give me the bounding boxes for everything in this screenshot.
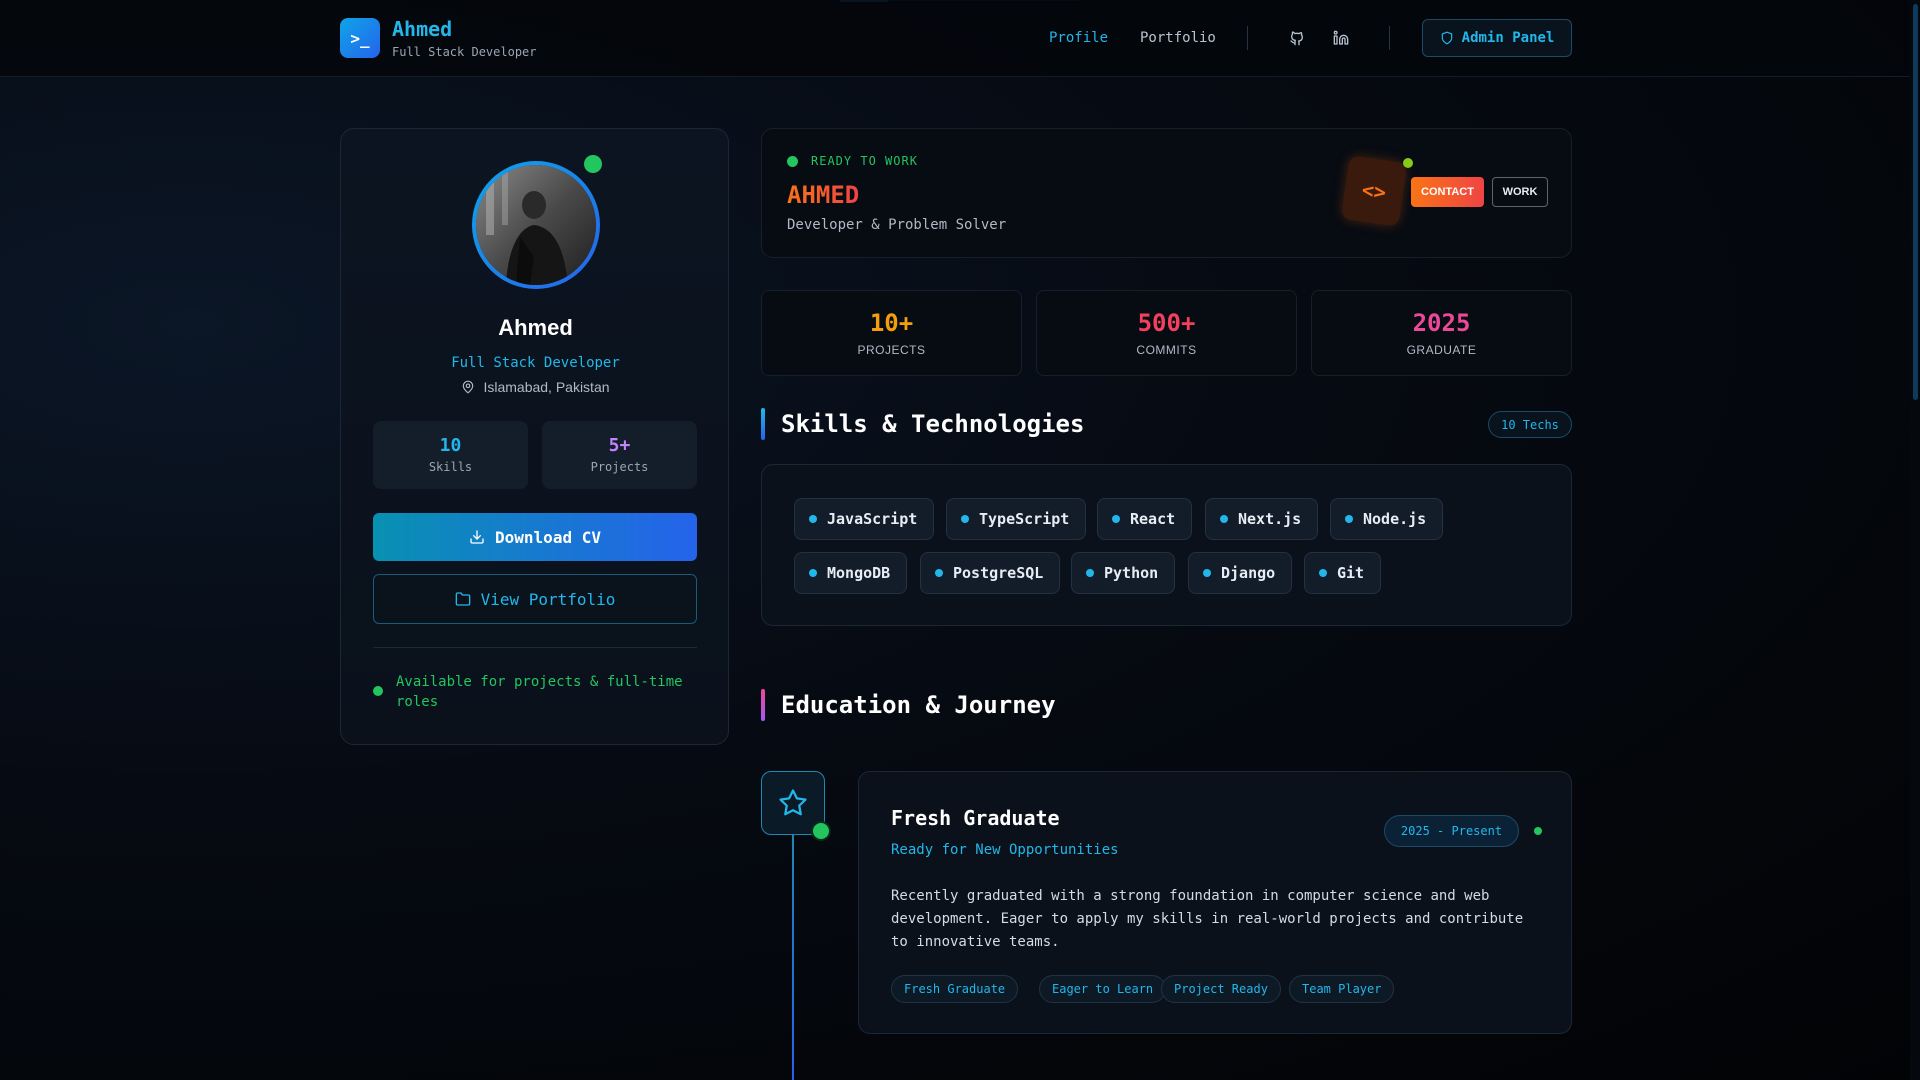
profile-name: Ahmed	[498, 315, 573, 340]
scrollbar-thumb[interactable]	[1913, 4, 1918, 400]
nav-portfolio[interactable]: Portfolio	[1140, 30, 1216, 46]
download-cv-button[interactable]: Download CV	[373, 513, 697, 561]
divider	[373, 647, 697, 648]
brand-name[interactable]: Ahmed	[392, 17, 452, 41]
ready-status-text: READY TO WORK	[811, 154, 918, 168]
github-icon[interactable]	[1287, 28, 1307, 48]
linkedin-icon[interactable]	[1331, 28, 1351, 48]
nav-divider	[1389, 26, 1390, 50]
tag: Team Player	[1289, 975, 1395, 1003]
status-dot	[1534, 827, 1542, 835]
skills-count-stat: 10 Skills	[373, 421, 528, 489]
availability-dot	[373, 686, 383, 696]
top-nav: >_ Ahmed Full Stack Developer Profile Po…	[0, 0, 1910, 77]
skills-title: Skills & Technologies	[781, 410, 1085, 438]
terminal-logo-icon[interactable]: >_	[340, 18, 380, 58]
skill-chip[interactable]: Git	[1304, 552, 1382, 594]
skill-chip[interactable]: TypeScript	[946, 498, 1087, 540]
profile-role: Full Stack Developer	[451, 355, 620, 371]
stat-projects: 10+ PROJECTS	[761, 290, 1022, 376]
view-portfolio-button[interactable]: View Portfolio	[373, 574, 697, 624]
brand-subtitle: Full Stack Developer	[392, 45, 537, 59]
stat-commits: 500+ COMMITS	[1036, 290, 1297, 376]
map-pin-icon	[463, 380, 474, 394]
timeline-line	[792, 835, 794, 1080]
skill-chip[interactable]: MongoDB	[794, 552, 908, 594]
section-accent-bar	[761, 689, 765, 721]
online-status-dot	[584, 155, 602, 173]
availability-text: Available for projects & full-time roles	[396, 674, 683, 710]
education-card: Fresh Graduate Ready for New Opportuniti…	[858, 771, 1572, 1034]
avatar[interactable]	[476, 165, 596, 285]
skill-chip[interactable]: Next.js	[1205, 498, 1319, 540]
education-card-title: Fresh Graduate	[891, 806, 1060, 830]
education-card-subtitle: Ready for New Opportunities	[891, 842, 1119, 858]
work-button[interactable]: WORK	[1492, 177, 1548, 207]
skill-chip[interactable]: React	[1097, 498, 1193, 540]
avatar-ring	[472, 161, 600, 289]
education-title: Education & Journey	[781, 691, 1056, 719]
nav-divider	[1247, 26, 1248, 50]
hero-name: AHMED	[787, 181, 860, 209]
hero-card: READY TO WORK AHMED Developer & Problem …	[761, 128, 1572, 258]
tag: Eager to Learn	[1039, 975, 1167, 1003]
tech-count-badge: 10 Techs	[1488, 411, 1572, 438]
scrollbar[interactable]	[1910, 0, 1920, 1080]
timeline-dot	[811, 821, 831, 841]
stat-graduate: 2025 GRADUATE	[1311, 290, 1572, 376]
date-badge: 2025 - Present	[1384, 815, 1519, 847]
code-status-dot	[1403, 158, 1413, 168]
hero-subtitle: Developer & Problem Solver	[787, 217, 1007, 233]
skill-chip[interactable]: Node.js	[1330, 498, 1444, 540]
folder-icon	[455, 592, 470, 606]
education-description: Recently graduated with a strong foundat…	[891, 888, 1524, 950]
skill-chip[interactable]: Django	[1188, 552, 1293, 594]
contact-button[interactable]: CONTACT	[1411, 177, 1484, 207]
tag: Fresh Graduate	[891, 975, 1019, 1003]
skill-chip[interactable]: JavaScript	[794, 498, 935, 540]
tag: Project Ready	[1161, 975, 1281, 1003]
skill-chip[interactable]: Python	[1071, 552, 1176, 594]
skill-chip[interactable]: PostgreSQL	[920, 552, 1061, 594]
section-accent-bar	[761, 408, 765, 440]
projects-count-stat: 5+ Projects	[542, 421, 697, 489]
skills-panel: JavaScript TypeScript React Next.js Node…	[761, 464, 1572, 626]
profile-card: Ahmed Full Stack Developer Islamabad, Pa…	[340, 128, 729, 745]
shield-icon	[1441, 31, 1452, 45]
code-icon: <>	[1340, 155, 1408, 227]
nav-profile[interactable]: Profile	[1049, 30, 1108, 46]
profile-location: Islamabad, Pakistan	[341, 379, 730, 395]
ready-status-dot	[787, 156, 798, 167]
download-icon	[470, 530, 484, 544]
admin-panel-button[interactable]: Admin Panel	[1422, 19, 1572, 57]
